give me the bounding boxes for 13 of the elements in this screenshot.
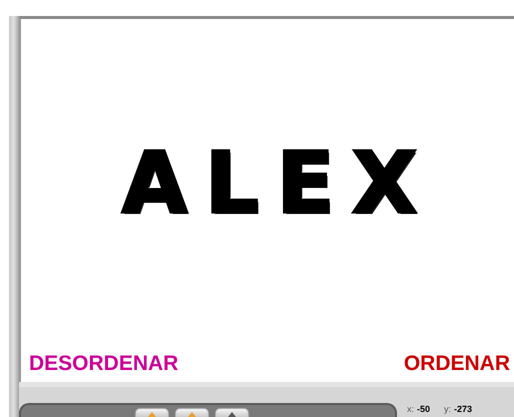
letter-sprite[interactable]: X — [352, 140, 417, 224]
tool-button[interactable] — [175, 408, 209, 417]
x-label: x: — [407, 404, 414, 414]
tool-button[interactable] — [135, 408, 169, 417]
y-label: y: — [444, 404, 452, 414]
text-button[interactable]: DESORDENAR — [29, 352, 178, 376]
letter-sprite[interactable]: E — [276, 140, 334, 224]
letter-sprite[interactable]: L — [205, 140, 259, 224]
y-value: -273 — [454, 404, 472, 414]
x-value: -50 — [417, 404, 430, 414]
text-button[interactable]: ORDENAR — [404, 352, 510, 376]
tool-button[interactable] — [215, 408, 249, 417]
letter-sprite[interactable]: A — [122, 140, 188, 224]
